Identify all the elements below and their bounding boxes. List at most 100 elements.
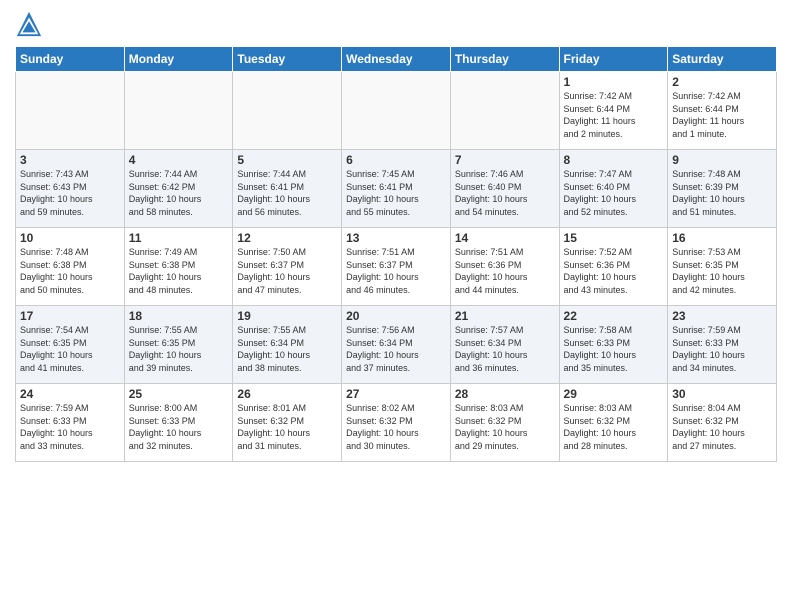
- calendar-cell: [342, 72, 451, 150]
- calendar-cell: 12Sunrise: 7:50 AMSunset: 6:37 PMDayligh…: [233, 228, 342, 306]
- day-info: Sunrise: 7:46 AMSunset: 6:40 PMDaylight:…: [455, 168, 555, 218]
- column-header-wednesday: Wednesday: [342, 47, 451, 72]
- calendar-cell: 3Sunrise: 7:43 AMSunset: 6:43 PMDaylight…: [16, 150, 125, 228]
- column-header-saturday: Saturday: [668, 47, 777, 72]
- day-info: Sunrise: 7:47 AMSunset: 6:40 PMDaylight:…: [564, 168, 664, 218]
- column-header-monday: Monday: [124, 47, 233, 72]
- day-info: Sunrise: 7:45 AMSunset: 6:41 PMDaylight:…: [346, 168, 446, 218]
- day-info: Sunrise: 7:51 AMSunset: 6:37 PMDaylight:…: [346, 246, 446, 296]
- calendar-cell: 15Sunrise: 7:52 AMSunset: 6:36 PMDayligh…: [559, 228, 668, 306]
- day-info: Sunrise: 7:44 AMSunset: 6:41 PMDaylight:…: [237, 168, 337, 218]
- calendar-header-row: SundayMondayTuesdayWednesdayThursdayFrid…: [16, 47, 777, 72]
- calendar-cell: 8Sunrise: 7:47 AMSunset: 6:40 PMDaylight…: [559, 150, 668, 228]
- calendar-cell: [124, 72, 233, 150]
- day-info: Sunrise: 7:49 AMSunset: 6:38 PMDaylight:…: [129, 246, 229, 296]
- day-info: Sunrise: 8:02 AMSunset: 6:32 PMDaylight:…: [346, 402, 446, 452]
- calendar-cell: [450, 72, 559, 150]
- calendar-cell: 29Sunrise: 8:03 AMSunset: 6:32 PMDayligh…: [559, 384, 668, 462]
- calendar-cell: 21Sunrise: 7:57 AMSunset: 6:34 PMDayligh…: [450, 306, 559, 384]
- day-info: Sunrise: 8:03 AMSunset: 6:32 PMDaylight:…: [455, 402, 555, 452]
- day-info: Sunrise: 7:43 AMSunset: 6:43 PMDaylight:…: [20, 168, 120, 218]
- calendar-cell: 19Sunrise: 7:55 AMSunset: 6:34 PMDayligh…: [233, 306, 342, 384]
- day-info: Sunrise: 7:57 AMSunset: 6:34 PMDaylight:…: [455, 324, 555, 374]
- day-info: Sunrise: 8:01 AMSunset: 6:32 PMDaylight:…: [237, 402, 337, 452]
- calendar-cell: 16Sunrise: 7:53 AMSunset: 6:35 PMDayligh…: [668, 228, 777, 306]
- day-number: 17: [20, 309, 120, 323]
- day-number: 28: [455, 387, 555, 401]
- day-number: 26: [237, 387, 337, 401]
- day-number: 25: [129, 387, 229, 401]
- calendar-week-row: 1Sunrise: 7:42 AMSunset: 6:44 PMDaylight…: [16, 72, 777, 150]
- day-info: Sunrise: 7:53 AMSunset: 6:35 PMDaylight:…: [672, 246, 772, 296]
- calendar-cell: 22Sunrise: 7:58 AMSunset: 6:33 PMDayligh…: [559, 306, 668, 384]
- day-info: Sunrise: 8:04 AMSunset: 6:32 PMDaylight:…: [672, 402, 772, 452]
- calendar-cell: 6Sunrise: 7:45 AMSunset: 6:41 PMDaylight…: [342, 150, 451, 228]
- calendar-cell: 20Sunrise: 7:56 AMSunset: 6:34 PMDayligh…: [342, 306, 451, 384]
- calendar-cell: 4Sunrise: 7:44 AMSunset: 6:42 PMDaylight…: [124, 150, 233, 228]
- day-number: 4: [129, 153, 229, 167]
- day-number: 19: [237, 309, 337, 323]
- calendar-cell: 25Sunrise: 8:00 AMSunset: 6:33 PMDayligh…: [124, 384, 233, 462]
- day-number: 23: [672, 309, 772, 323]
- day-number: 15: [564, 231, 664, 245]
- calendar-week-row: 3Sunrise: 7:43 AMSunset: 6:43 PMDaylight…: [16, 150, 777, 228]
- day-number: 21: [455, 309, 555, 323]
- day-info: Sunrise: 8:00 AMSunset: 6:33 PMDaylight:…: [129, 402, 229, 452]
- day-info: Sunrise: 7:51 AMSunset: 6:36 PMDaylight:…: [455, 246, 555, 296]
- calendar-cell: 9Sunrise: 7:48 AMSunset: 6:39 PMDaylight…: [668, 150, 777, 228]
- calendar-cell: 5Sunrise: 7:44 AMSunset: 6:41 PMDaylight…: [233, 150, 342, 228]
- column-header-tuesday: Tuesday: [233, 47, 342, 72]
- calendar-cell: 2Sunrise: 7:42 AMSunset: 6:44 PMDaylight…: [668, 72, 777, 150]
- calendar-cell: 17Sunrise: 7:54 AMSunset: 6:35 PMDayligh…: [16, 306, 125, 384]
- day-info: Sunrise: 7:56 AMSunset: 6:34 PMDaylight:…: [346, 324, 446, 374]
- column-header-sunday: Sunday: [16, 47, 125, 72]
- day-number: 5: [237, 153, 337, 167]
- day-info: Sunrise: 7:48 AMSunset: 6:39 PMDaylight:…: [672, 168, 772, 218]
- logo: [15, 10, 45, 38]
- page-header: [15, 10, 777, 38]
- day-number: 2: [672, 75, 772, 89]
- day-number: 12: [237, 231, 337, 245]
- day-number: 11: [129, 231, 229, 245]
- day-number: 22: [564, 309, 664, 323]
- day-info: Sunrise: 7:50 AMSunset: 6:37 PMDaylight:…: [237, 246, 337, 296]
- calendar-cell: 10Sunrise: 7:48 AMSunset: 6:38 PMDayligh…: [16, 228, 125, 306]
- day-info: Sunrise: 7:59 AMSunset: 6:33 PMDaylight:…: [672, 324, 772, 374]
- day-number: 30: [672, 387, 772, 401]
- day-info: Sunrise: 7:55 AMSunset: 6:35 PMDaylight:…: [129, 324, 229, 374]
- day-info: Sunrise: 7:52 AMSunset: 6:36 PMDaylight:…: [564, 246, 664, 296]
- day-info: Sunrise: 7:42 AMSunset: 6:44 PMDaylight:…: [564, 90, 664, 140]
- calendar-cell: 28Sunrise: 8:03 AMSunset: 6:32 PMDayligh…: [450, 384, 559, 462]
- day-number: 13: [346, 231, 446, 245]
- calendar-cell: 18Sunrise: 7:55 AMSunset: 6:35 PMDayligh…: [124, 306, 233, 384]
- calendar-week-row: 17Sunrise: 7:54 AMSunset: 6:35 PMDayligh…: [16, 306, 777, 384]
- day-number: 3: [20, 153, 120, 167]
- calendar-cell: 14Sunrise: 7:51 AMSunset: 6:36 PMDayligh…: [450, 228, 559, 306]
- calendar-cell: 27Sunrise: 8:02 AMSunset: 6:32 PMDayligh…: [342, 384, 451, 462]
- calendar-week-row: 10Sunrise: 7:48 AMSunset: 6:38 PMDayligh…: [16, 228, 777, 306]
- day-info: Sunrise: 7:44 AMSunset: 6:42 PMDaylight:…: [129, 168, 229, 218]
- column-header-friday: Friday: [559, 47, 668, 72]
- day-number: 27: [346, 387, 446, 401]
- day-number: 9: [672, 153, 772, 167]
- day-info: Sunrise: 7:54 AMSunset: 6:35 PMDaylight:…: [20, 324, 120, 374]
- calendar-cell: 23Sunrise: 7:59 AMSunset: 6:33 PMDayligh…: [668, 306, 777, 384]
- day-number: 10: [20, 231, 120, 245]
- calendar-cell: 13Sunrise: 7:51 AMSunset: 6:37 PMDayligh…: [342, 228, 451, 306]
- day-number: 20: [346, 309, 446, 323]
- calendar-cell: 30Sunrise: 8:04 AMSunset: 6:32 PMDayligh…: [668, 384, 777, 462]
- logo-icon: [15, 10, 43, 38]
- calendar-cell: 7Sunrise: 7:46 AMSunset: 6:40 PMDaylight…: [450, 150, 559, 228]
- calendar-cell: 11Sunrise: 7:49 AMSunset: 6:38 PMDayligh…: [124, 228, 233, 306]
- day-info: Sunrise: 7:42 AMSunset: 6:44 PMDaylight:…: [672, 90, 772, 140]
- calendar-table: SundayMondayTuesdayWednesdayThursdayFrid…: [15, 46, 777, 462]
- calendar-cell: [233, 72, 342, 150]
- day-number: 7: [455, 153, 555, 167]
- calendar-week-row: 24Sunrise: 7:59 AMSunset: 6:33 PMDayligh…: [16, 384, 777, 462]
- calendar-cell: [16, 72, 125, 150]
- day-number: 6: [346, 153, 446, 167]
- day-number: 29: [564, 387, 664, 401]
- day-number: 18: [129, 309, 229, 323]
- page-container: SundayMondayTuesdayWednesdayThursdayFrid…: [0, 0, 792, 467]
- day-number: 24: [20, 387, 120, 401]
